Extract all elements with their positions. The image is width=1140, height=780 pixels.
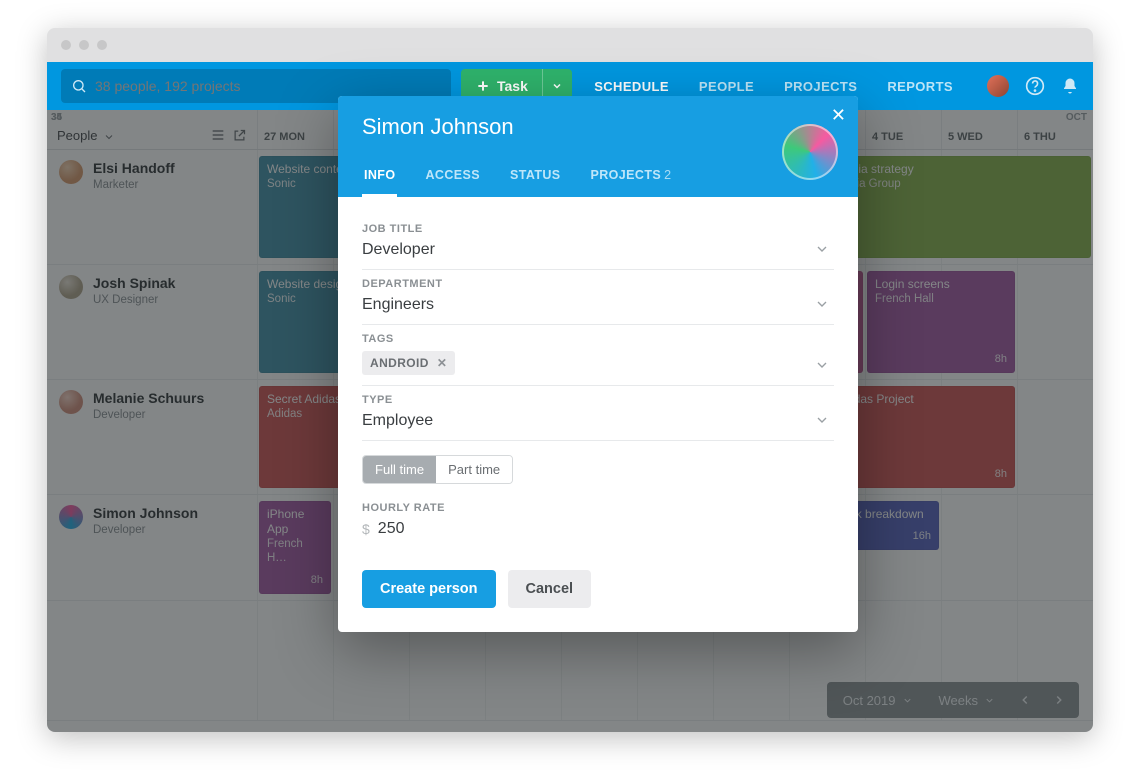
field-label: TAGS — [362, 333, 834, 345]
tag-remove-icon[interactable]: ✕ — [437, 356, 447, 370]
search-icon — [71, 78, 87, 94]
field-hourly-rate: HOURLY RATE $ — [362, 484, 834, 548]
field-tags[interactable]: TAGS ANDROID ✕ — [362, 325, 834, 386]
field-label: JOB TITLE — [362, 223, 834, 235]
primary-nav: SCHEDULE PEOPLE PROJECTS REPORTS — [594, 79, 953, 94]
modal-close-button[interactable]: ✕ — [831, 106, 846, 124]
window-max-dot[interactable] — [97, 40, 107, 50]
field-label: HOURLY RATE — [362, 502, 834, 514]
chevron-down-icon — [814, 412, 830, 428]
nav-people[interactable]: PEOPLE — [699, 79, 754, 94]
window-min-dot[interactable] — [79, 40, 89, 50]
chevron-down-icon — [814, 241, 830, 257]
employment-segment: Full time Part time — [362, 455, 513, 484]
create-person-button[interactable]: Create person — [362, 570, 496, 608]
tab-projects[interactable]: PROJECTS2 — [589, 158, 674, 197]
plus-icon — [475, 78, 491, 94]
modal-actions: Create person Cancel — [362, 570, 834, 608]
new-task-label: Task — [497, 78, 528, 94]
modal-title: Simon Johnson — [362, 114, 834, 140]
field-value: Employee — [362, 412, 834, 430]
modal-header: ✕ Simon Johnson INFO ACCESS STATUS PROJE… — [338, 96, 858, 197]
search-input[interactable] — [95, 78, 441, 94]
chevron-down-icon — [814, 296, 830, 312]
window-titlebar — [47, 28, 1093, 62]
currency-symbol: $ — [362, 521, 370, 537]
tag-label: ANDROID — [370, 356, 429, 370]
field-type[interactable]: TYPE Employee — [362, 386, 834, 441]
window-close-dot[interactable] — [61, 40, 71, 50]
modal-tabs: INFO ACCESS STATUS PROJECTS2 — [362, 158, 834, 197]
person-modal: ✕ Simon Johnson INFO ACCESS STATUS PROJE… — [338, 96, 858, 632]
field-department[interactable]: DEPARTMENT Engineers — [362, 270, 834, 325]
field-value: Developer — [362, 241, 834, 259]
field-label: DEPARTMENT — [362, 278, 834, 290]
field-label: TYPE — [362, 394, 834, 406]
modal-body: JOB TITLE Developer DEPARTMENT Engineers… — [338, 197, 858, 632]
nav-reports[interactable]: REPORTS — [887, 79, 953, 94]
nav-projects[interactable]: PROJECTS — [784, 79, 857, 94]
tab-info[interactable]: INFO — [362, 158, 397, 197]
field-value: Engineers — [362, 296, 834, 314]
app-window: Task SCHEDULE PEOPLE PROJECTS REPORTS — [47, 28, 1093, 732]
chevron-down-icon — [551, 80, 563, 92]
cancel-button[interactable]: Cancel — [508, 570, 592, 608]
tab-status[interactable]: STATUS — [508, 158, 563, 197]
tag-chip[interactable]: ANDROID ✕ — [362, 351, 455, 375]
help-icon[interactable] — [1025, 76, 1045, 96]
tab-projects-count: 2 — [664, 168, 671, 182]
bell-icon[interactable] — [1061, 77, 1079, 95]
field-job-title[interactable]: JOB TITLE Developer — [362, 215, 834, 270]
hourly-rate-input[interactable] — [378, 520, 498, 538]
nav-schedule[interactable]: SCHEDULE — [594, 79, 669, 94]
modal-avatar[interactable] — [782, 124, 838, 180]
tab-access[interactable]: ACCESS — [423, 158, 482, 197]
close-icon: ✕ — [831, 105, 846, 125]
segment-part-time[interactable]: Part time — [436, 456, 512, 483]
tab-projects-label: PROJECTS — [591, 168, 662, 182]
current-user-avatar[interactable] — [987, 75, 1009, 97]
chevron-down-icon — [814, 357, 830, 373]
segment-full-time[interactable]: Full time — [363, 456, 436, 483]
topbar-right — [987, 75, 1079, 97]
